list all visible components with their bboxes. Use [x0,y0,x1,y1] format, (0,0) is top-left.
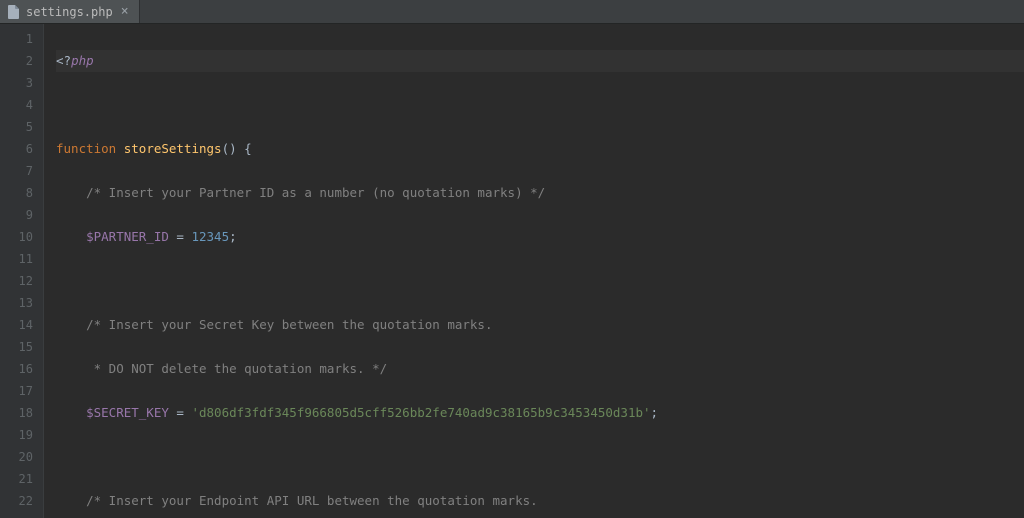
line-number: 2 [4,50,33,72]
punct: () { [222,141,252,156]
code-line: /* Insert your Endpoint API URL between … [56,490,1024,512]
function-name: storeSettings [116,141,221,156]
line-number: 20 [4,446,33,468]
number-literal: 12345 [191,229,229,244]
line-number: 22 [4,490,33,512]
code-line: $PARTNER_ID = 12345; [56,226,1024,248]
line-number: 11 [4,248,33,270]
code-line: $SECRET_KEY = 'd806df3fdf345f966805d5cff… [56,402,1024,424]
line-number: 19 [4,424,33,446]
comment: /* Insert your Partner ID as a number (n… [56,185,545,200]
keyword-function: function [56,141,116,156]
punct: ; [229,229,237,244]
line-number: 13 [4,292,33,314]
code-line: <?php [56,50,1024,72]
file-tab-label: settings.php [26,5,113,19]
line-number: 6 [4,138,33,160]
close-icon[interactable]: × [121,4,129,19]
string-literal: 'd806df3fdf345f966805d5cff526bb2fe740ad9… [191,405,650,420]
tab-bar: settings.php × [0,0,1024,24]
line-number: 17 [4,380,33,402]
comment: * DO NOT delete the quotation marks. */ [56,361,387,376]
line-number: 18 [4,402,33,424]
line-number: 21 [4,468,33,490]
comment: /* Insert your Secret Key between the qu… [56,317,493,332]
line-number-gutter: 1 2 3 4 5 6 7 8 9 10 11 12 13 14 15 16 1… [0,24,44,518]
line-number: 4 [4,94,33,116]
line-number: 12 [4,270,33,292]
code-line: /* Insert your Secret Key between the qu… [56,314,1024,336]
operator: = [169,229,192,244]
punct: ; [651,405,659,420]
code-line: function storeSettings() { [56,138,1024,160]
operator: = [169,405,192,420]
php-keyword: php [71,53,94,68]
line-number: 15 [4,336,33,358]
php-open-tag: <? [56,53,71,68]
editor: 1 2 3 4 5 6 7 8 9 10 11 12 13 14 15 16 1… [0,24,1024,518]
line-number: 5 [4,116,33,138]
line-number: 1 [4,28,33,50]
line-number: 3 [4,72,33,94]
line-number: 9 [4,204,33,226]
file-tab-settings-php[interactable]: settings.php × [0,0,140,23]
variable: $PARTNER_ID [56,229,169,244]
code-line [56,270,1024,292]
line-number: 8 [4,182,33,204]
variable: $SECRET_KEY [56,405,169,420]
line-number: 16 [4,358,33,380]
code-line [56,446,1024,468]
line-number: 10 [4,226,33,248]
code-line: * DO NOT delete the quotation marks. */ [56,358,1024,380]
code-area[interactable]: <?php function storeSettings() { /* Inse… [44,24,1024,518]
comment: /* Insert your Endpoint API URL between … [56,493,538,508]
code-line: /* Insert your Partner ID as a number (n… [56,182,1024,204]
line-number: 7 [4,160,33,182]
php-file-icon [8,5,20,19]
line-number: 14 [4,314,33,336]
code-line [56,94,1024,116]
